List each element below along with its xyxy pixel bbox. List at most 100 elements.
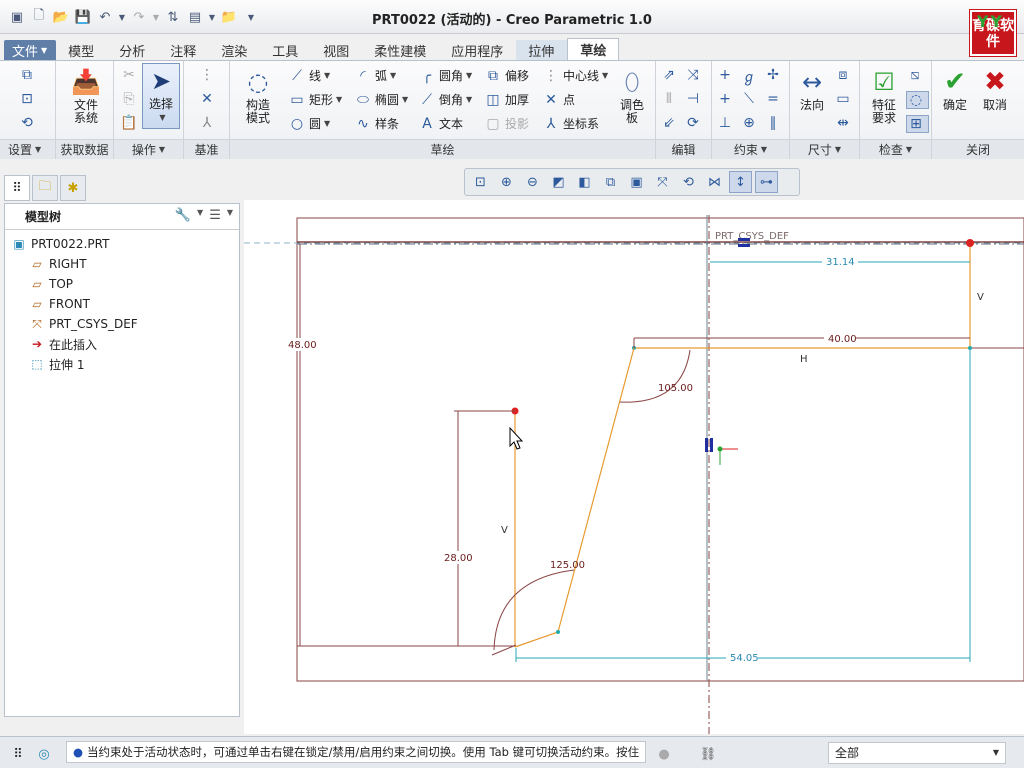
- spin-center-icon[interactable]: ⟲: [677, 171, 700, 193]
- arc-button[interactable]: ◜ 弧 ▼: [354, 67, 396, 84]
- group-constrain-label[interactable]: 约束 ▼: [712, 139, 789, 159]
- constraint-display-icon[interactable]: ⊶: [755, 171, 778, 193]
- tab-annotate[interactable]: 注释: [158, 40, 209, 60]
- point-button[interactable]: ✕ 点: [542, 91, 575, 108]
- dim-28[interactable]: 28.00: [444, 553, 473, 564]
- top-right-vertex[interactable]: [966, 239, 974, 247]
- tab-flexible-modeling[interactable]: 柔性建模: [362, 40, 439, 60]
- spline-button[interactable]: ∿ 样条: [354, 115, 399, 132]
- midpoint-constraint-button[interactable]: ⟍: [740, 91, 761, 107]
- datum-centerline-button[interactable]: ⋮: [198, 67, 219, 83]
- dim-125[interactable]: 125.00: [550, 560, 585, 571]
- dim-105[interactable]: 105.00: [658, 383, 693, 394]
- tree-item-front[interactable]: ▱ FRONT: [29, 294, 90, 314]
- select-button[interactable]: ➤ 选择 ▼: [142, 63, 180, 129]
- zoom-in-icon[interactable]: ⊕: [495, 171, 518, 193]
- tree-item-csys[interactable]: ⤧ PRT_CSYS_DEF: [29, 314, 138, 334]
- cancel-button[interactable]: ✖ 取消: [978, 65, 1012, 112]
- feature-requirements-button[interactable]: ☑ 特征要求: [864, 65, 904, 125]
- equal-constraint-button[interactable]: =: [764, 91, 785, 107]
- corner-button[interactable]: ⊣: [684, 91, 705, 107]
- modify-button[interactable]: ⇗: [660, 67, 681, 83]
- tree-item-extrude[interactable]: ⬚ 拉伸 1: [29, 354, 84, 374]
- divide-button[interactable]: ⤨: [684, 67, 705, 83]
- tree-item-part[interactable]: ▣ PRT0022.PRT: [11, 234, 109, 254]
- dim-54-05[interactable]: 54.05: [730, 653, 759, 664]
- datum-display-icon[interactable]: ⤧: [651, 171, 674, 193]
- dimension-display-icon[interactable]: ↕: [729, 171, 752, 193]
- navigator-toggle-icon[interactable]: ⠿: [8, 744, 28, 764]
- tab-view[interactable]: 视图: [311, 40, 362, 60]
- vertical-constraint-button[interactable]: +: [716, 67, 737, 83]
- tree-item-top[interactable]: ▱ TOP: [29, 274, 73, 294]
- group-operations-label[interactable]: 操作 ▼: [114, 139, 183, 159]
- dim-40[interactable]: 40.00: [828, 334, 857, 345]
- find-icon[interactable]: ⛓: [698, 744, 718, 764]
- paste-button[interactable]: 📋: [120, 115, 141, 131]
- dim-31-14[interactable]: 31.14: [826, 257, 855, 268]
- tree-item-right[interactable]: ▱ RIGHT: [29, 254, 86, 274]
- model-tree-tab[interactable]: ⠿: [4, 175, 30, 201]
- tab-analysis[interactable]: 分析: [107, 40, 158, 60]
- zoom-out-icon[interactable]: ⊖: [521, 171, 544, 193]
- mirror-button[interactable]: ⫴: [660, 91, 681, 107]
- file-system-button[interactable]: 📥 文件系统: [64, 65, 108, 125]
- coincident-constraint-button[interactable]: ⊕: [740, 115, 761, 131]
- rotate-resize-button[interactable]: ⟳: [684, 115, 705, 131]
- group-setup-label[interactable]: 设置 ▼: [0, 139, 55, 159]
- dim-48[interactable]: 48.00: [288, 340, 317, 351]
- datum-csys-button[interactable]: ⅄: [198, 115, 219, 131]
- tab-tools[interactable]: 工具: [260, 40, 311, 60]
- palette-button[interactable]: ⬯ 调色板: [612, 65, 652, 125]
- text-button[interactable]: A 文本: [418, 115, 463, 132]
- copy-button[interactable]: ⎘: [120, 91, 141, 107]
- graphics-window[interactable]: PRT_CSYS_DEF V H V 31.14 48.00 40.00 105…: [244, 200, 1024, 734]
- perimeter-button[interactable]: ⧈: [834, 67, 855, 83]
- highlight-open-ends-button[interactable]: ◌: [906, 91, 929, 109]
- tab-model[interactable]: 模型: [56, 40, 107, 60]
- normal-dimension-button[interactable]: ↔ 法向: [794, 65, 830, 112]
- overlapping-geometry-button[interactable]: ⧅: [906, 67, 927, 83]
- fillet-button[interactable]: ╭ 圆角 ▼: [418, 67, 472, 84]
- project-button[interactable]: ▢ 投影: [484, 115, 529, 132]
- shade-closed-loops-button[interactable]: ⊞: [906, 115, 929, 133]
- group-dimension-label[interactable]: 尺寸 ▼: [790, 139, 859, 159]
- cut-button[interactable]: ✂: [120, 67, 141, 83]
- ellipse-button[interactable]: ⬭ 椭圆 ▼: [354, 91, 408, 108]
- tab-applications[interactable]: 应用程序: [439, 40, 516, 60]
- coord-sys-button[interactable]: ⅄ 坐标系: [542, 115, 599, 132]
- parallel-constraint-button[interactable]: ∥: [764, 115, 785, 131]
- construction-mode-button[interactable]: ◌ 构造模式: [236, 65, 280, 125]
- line-button[interactable]: ⟋ 线 ▼: [288, 67, 330, 84]
- show-icon[interactable]: ☰: [209, 208, 221, 223]
- datum-point-button[interactable]: ✕: [198, 91, 219, 107]
- annotation-display-icon[interactable]: ⋈: [703, 171, 726, 193]
- filter-dropdown-icon[interactable]: ▼: [989, 745, 1003, 761]
- ok-button[interactable]: ✔ 确定: [938, 65, 972, 112]
- display-style-icon[interactable]: ◧: [573, 171, 596, 193]
- perpendicular-constraint-button[interactable]: ⊥: [716, 115, 737, 131]
- sketch-canvas[interactable]: PRT_CSYS_DEF V H V 31.14 48.00 40.00 105…: [244, 200, 1024, 734]
- offset-button[interactable]: ⧉ 偏移: [484, 67, 529, 84]
- tangent-constraint-button[interactable]: ℊ: [740, 67, 761, 87]
- tab-render[interactable]: 渲染: [209, 40, 260, 60]
- selection-filter[interactable]: 全部 ▼: [828, 742, 1006, 764]
- refit-icon[interactable]: ⊡: [469, 171, 492, 193]
- thicken-button[interactable]: ◫ 加厚: [484, 91, 529, 108]
- show-dropdown-icon[interactable]: ▼: [227, 208, 233, 223]
- delete-segment-button[interactable]: ⇙: [660, 115, 681, 131]
- tab-extrude[interactable]: 拉伸: [516, 40, 568, 60]
- centerline-button[interactable]: ⋮ 中心线 ▼: [542, 67, 608, 84]
- folder-browser-tab[interactable]: 🗀: [32, 175, 58, 201]
- group-inspect-label[interactable]: 检查 ▼: [860, 139, 931, 159]
- tree-item-insert-here[interactable]: ➔ 在此插入: [29, 334, 97, 354]
- saved-orientations-icon[interactable]: ⧉: [599, 171, 622, 193]
- horizontal-constraint-button[interactable]: +: [716, 91, 737, 107]
- tree-settings-dropdown-icon[interactable]: ▼: [197, 208, 203, 223]
- tab-file[interactable]: 文件 ▼: [4, 40, 57, 60]
- reference-dimension-button[interactable]: ⇹: [834, 115, 855, 131]
- circle-button[interactable]: ○ 圆 ▼: [288, 115, 330, 132]
- baseline-button[interactable]: ▭: [834, 91, 855, 107]
- symmetric-constraint-button[interactable]: ✢: [764, 67, 785, 83]
- rectangle-button[interactable]: ▭ 矩形 ▼: [288, 91, 342, 108]
